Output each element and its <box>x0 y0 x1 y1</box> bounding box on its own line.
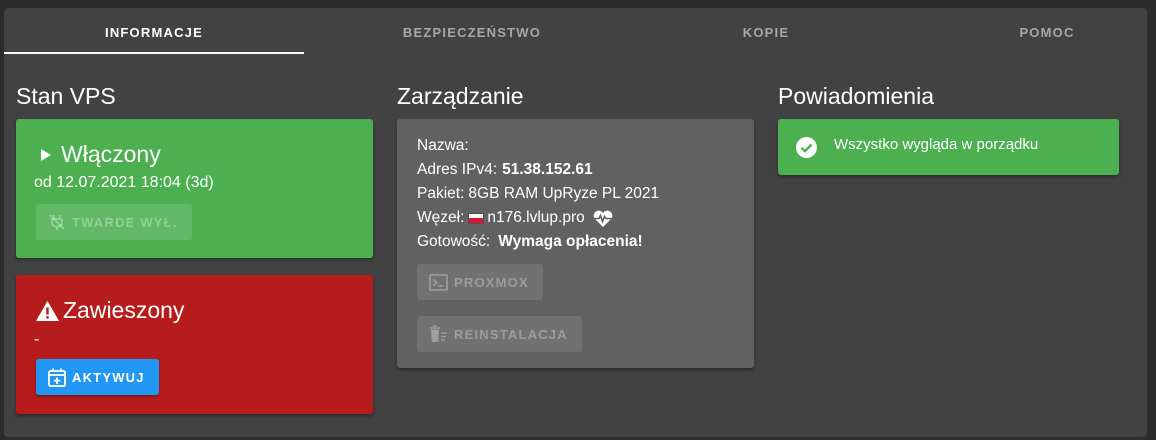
ipv4-label: Adres IPv4: <box>417 161 498 178</box>
reinstall-button[interactable]: REINSTALACJA <box>417 316 582 352</box>
tab-bar: INFORMACJE BEZPIECZEŃSTWO KOPIE POMOC <box>4 8 1147 56</box>
power-off-icon <box>48 213 66 231</box>
tab-informacje[interactable]: INFORMACJE <box>4 8 304 56</box>
warning-icon <box>36 300 59 321</box>
package-label: Pakiet: <box>417 185 465 202</box>
hard-power-off-label: TWARDE WYŁ. <box>72 214 178 230</box>
node-row: Węzeł: n176.lvlup.pro <box>417 209 614 227</box>
name-row: Nazwa: <box>417 137 469 155</box>
check-circle-icon <box>796 137 817 158</box>
suspension-detail-text: - <box>34 331 40 348</box>
console-icon <box>429 273 448 291</box>
package-value: 8GB RAM UpRyze PL 2021 <box>468 185 660 202</box>
tab-kopie[interactable]: KOPIE <box>616 8 916 56</box>
activate-button[interactable]: AKTYWUJ <box>36 359 159 395</box>
readiness-row: Gotowość: Wymaga opłacenia! <box>417 233 643 251</box>
heartbeat-icon[interactable] <box>592 210 614 227</box>
zarzadzanie-title: Zarządzanie <box>397 83 524 109</box>
poland-flag-icon <box>468 212 485 224</box>
readiness-label: Gotowość: <box>417 233 491 250</box>
power-status-heading: Włączony <box>34 141 161 168</box>
suspension-status-card: Zawieszony - AKTYWUJ <box>16 275 373 414</box>
power-status-label: Włączony <box>61 141 161 167</box>
tab-bezpieczenstwo[interactable]: BEZPIECZEŃSTWO <box>322 8 622 56</box>
activate-label: AKTYWUJ <box>72 369 145 385</box>
active-tab-indicator <box>4 52 304 54</box>
suspension-status-label: Zawieszony <box>63 297 185 323</box>
notification-message: Wszystko wygląda w porządku <box>834 136 1039 153</box>
vps-panel: INFORMACJE BEZPIECZEŃSTWO KOPIE POMOC St… <box>4 8 1147 437</box>
notification-card: Wszystko wygląda w porządku <box>778 119 1119 175</box>
trash-icon <box>429 325 448 343</box>
power-status-card: Włączony od 12.07.2021 18:04 (3d) TWARDE… <box>16 119 373 258</box>
tab-pomoc[interactable]: POMOC <box>897 8 1156 56</box>
suspension-status-heading: Zawieszony <box>34 297 184 324</box>
stan-vps-title: Stan VPS <box>16 83 116 109</box>
reinstall-label: REINSTALACJA <box>454 326 568 342</box>
ipv4-value: 51.38.152.61 <box>502 161 593 178</box>
proxmox-button[interactable]: PROXMOX <box>417 264 543 300</box>
power-since-text: od 12.07.2021 18:04 (3d) <box>34 174 214 191</box>
ipv4-row: Adres IPv4: 51.38.152.61 <box>417 161 593 179</box>
node-label: Węzeł: <box>417 209 465 226</box>
name-label: Nazwa: <box>417 137 469 154</box>
hard-power-off-button[interactable]: TWARDE WYŁ. <box>36 204 192 240</box>
management-card: Nazwa: Adres IPv4: 51.38.152.61 Pakiet: … <box>397 119 754 368</box>
node-value[interactable]: n176.lvlup.pro <box>487 209 584 227</box>
proxmox-label: PROXMOX <box>454 274 529 290</box>
calendar-plus-icon <box>48 368 66 387</box>
play-icon <box>40 148 51 161</box>
readiness-value: Wymaga opłacenia! <box>498 233 643 250</box>
package-row: Pakiet: 8GB RAM UpRyze PL 2021 <box>417 185 659 203</box>
powiadomienia-title: Powiadomienia <box>778 83 934 109</box>
